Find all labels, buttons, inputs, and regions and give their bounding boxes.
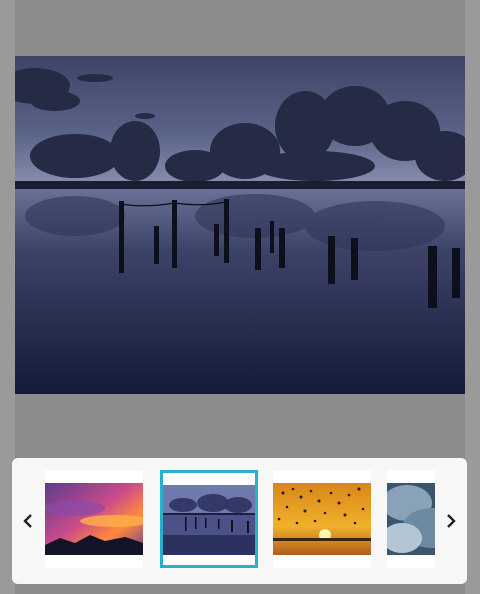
chevron-left-icon — [23, 514, 32, 528]
next-button[interactable] — [437, 501, 465, 541]
main-photo — [15, 56, 465, 394]
thumbnail-1[interactable] — [45, 470, 143, 568]
lake-at-dusk-with-posts-image — [15, 56, 465, 394]
storm-clouds-blue-image — [387, 483, 435, 555]
thumbnail-2-selected[interactable] — [160, 470, 258, 568]
chevron-right-icon — [447, 514, 456, 528]
page-margin-right — [465, 0, 480, 594]
thumbnail-3[interactable] — [273, 470, 371, 568]
previous-button[interactable] — [14, 501, 42, 541]
thumbnail-image — [163, 485, 255, 555]
sunset-clouds-pink-image — [45, 483, 143, 555]
thumbnail-image — [387, 483, 435, 555]
lake-at-dusk-with-posts-image — [163, 485, 255, 555]
thumbnail-strip — [12, 458, 467, 584]
thumbnail-4[interactable] — [387, 470, 435, 568]
thumbnail-viewport — [45, 470, 435, 570]
thumbnail-image — [273, 483, 371, 555]
birds-over-golden-sunset-image — [273, 483, 371, 555]
thumbnail-image — [45, 483, 143, 555]
